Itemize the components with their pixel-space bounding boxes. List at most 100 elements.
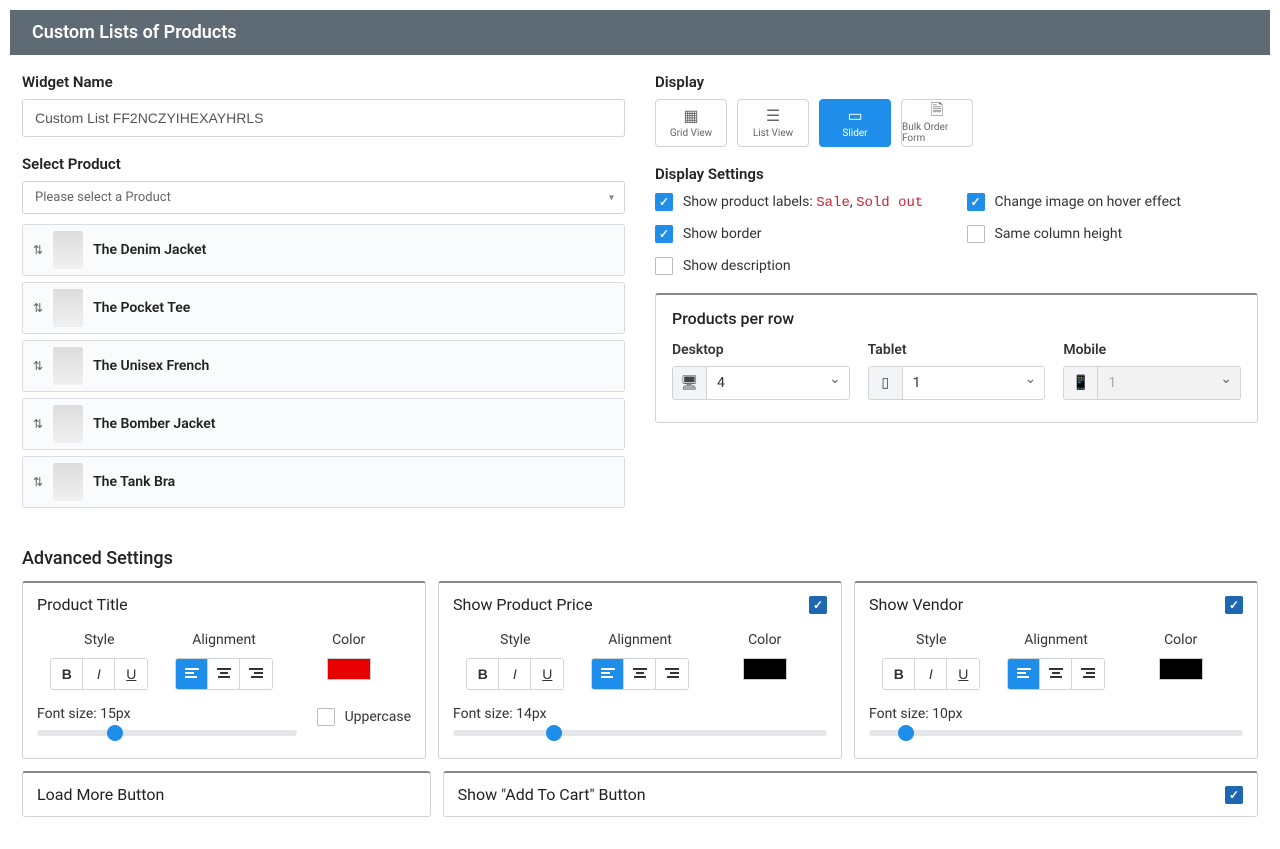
slider-thumb[interactable] bbox=[546, 725, 562, 741]
display-list-button[interactable]: ☰ List View bbox=[737, 99, 809, 147]
color-swatch[interactable] bbox=[1159, 658, 1203, 680]
font-size-slider[interactable] bbox=[37, 730, 297, 736]
alignment-label: Alignment bbox=[162, 632, 287, 648]
show-desc-text: Show description bbox=[683, 258, 791, 274]
change-hover-text: Change image on hover effect bbox=[995, 194, 1181, 210]
show-desc-checkbox[interactable] bbox=[655, 257, 673, 275]
display-slider-button[interactable]: ▭ Slider bbox=[819, 99, 891, 147]
align-right-button[interactable] bbox=[1072, 659, 1104, 689]
uppercase-label: Uppercase bbox=[345, 709, 411, 725]
product-name: The Tank Bra bbox=[93, 474, 175, 490]
bold-button[interactable]: B bbox=[467, 659, 499, 689]
mobile-label: Mobile bbox=[1063, 342, 1241, 358]
display-option-label: Slider bbox=[842, 128, 867, 139]
drag-handle-icon[interactable]: ⇅ bbox=[33, 476, 43, 488]
product-name: The Bomber Jacket bbox=[93, 416, 215, 432]
color-swatch[interactable] bbox=[327, 658, 371, 680]
alignment-label: Alignment bbox=[578, 632, 703, 648]
list-item[interactable]: ⇅ The Bomber Jacket bbox=[22, 398, 625, 450]
slider-thumb[interactable] bbox=[898, 725, 914, 741]
tablet-icon: ▯ bbox=[869, 367, 903, 399]
alignment-buttons bbox=[175, 658, 273, 690]
widget-name-label: Widget Name bbox=[22, 73, 625, 91]
vendor-toggle-checkbox[interactable]: ✓ bbox=[1225, 596, 1243, 614]
italic-button[interactable]: I bbox=[915, 659, 947, 689]
bold-button[interactable]: B bbox=[51, 659, 83, 689]
align-right-button[interactable] bbox=[240, 659, 272, 689]
drag-handle-icon[interactable]: ⇅ bbox=[33, 244, 43, 256]
same-height-checkbox[interactable] bbox=[967, 225, 985, 243]
product-thumb bbox=[53, 289, 83, 327]
addcart-toggle-checkbox[interactable]: ✓ bbox=[1225, 786, 1243, 804]
style-buttons: B I U bbox=[466, 658, 564, 690]
slider-thumb[interactable] bbox=[107, 725, 123, 741]
drag-handle-icon[interactable]: ⇅ bbox=[33, 418, 43, 430]
desktop-select[interactable]: 🖥 4 bbox=[672, 366, 850, 400]
show-labels-checkbox[interactable]: ✓ bbox=[655, 193, 673, 211]
align-center-button[interactable] bbox=[208, 659, 240, 689]
align-left-button[interactable] bbox=[1008, 659, 1040, 689]
product-select[interactable]: Please select a Product bbox=[22, 181, 625, 214]
tablet-label: Tablet bbox=[868, 342, 1046, 358]
price-toggle-checkbox[interactable]: ✓ bbox=[809, 596, 827, 614]
align-left-button[interactable] bbox=[592, 659, 624, 689]
product-price-card: Show Product Price ✓ Style B I U Alignme… bbox=[438, 581, 842, 759]
style-label: Style bbox=[453, 632, 578, 648]
desktop-icon: 🖥 bbox=[673, 367, 707, 399]
style-label: Style bbox=[37, 632, 162, 648]
list-item[interactable]: ⇅ The Unisex French bbox=[22, 340, 625, 392]
product-list: ⇅ The Denim Jacket ⇅ The Pocket Tee ⇅ Th… bbox=[22, 224, 625, 508]
card-title: Product Title bbox=[37, 595, 128, 614]
tablet-select[interactable]: ▯ 1 bbox=[868, 366, 1046, 400]
align-right-button[interactable] bbox=[656, 659, 688, 689]
change-hover-checkbox[interactable]: ✓ bbox=[967, 193, 985, 211]
mobile-select[interactable]: 📱 1 bbox=[1063, 366, 1241, 400]
display-option-label: List View bbox=[753, 128, 793, 139]
drag-handle-icon[interactable]: ⇅ bbox=[33, 360, 43, 372]
add-to-cart-card: Show "Add To Cart" Button ✓ bbox=[443, 771, 1258, 817]
font-size-slider[interactable] bbox=[869, 730, 1243, 736]
list-item[interactable]: ⇅ The Tank Bra bbox=[22, 456, 625, 508]
uppercase-checkbox[interactable] bbox=[317, 708, 335, 726]
product-thumb bbox=[53, 231, 83, 269]
right-column: Display ▦ Grid View ☰ List View ▭ Slider… bbox=[655, 73, 1258, 526]
mobile-value: 1 bbox=[1098, 367, 1240, 399]
style-buttons: B I U bbox=[50, 658, 148, 690]
drag-handle-icon[interactable]: ⇅ bbox=[33, 302, 43, 314]
display-settings-label: Display Settings bbox=[655, 165, 1258, 183]
display-grid-button[interactable]: ▦ Grid View bbox=[655, 99, 727, 147]
product-name: The Pocket Tee bbox=[93, 300, 190, 316]
italic-button[interactable]: I bbox=[499, 659, 531, 689]
show-border-checkbox[interactable]: ✓ bbox=[655, 225, 673, 243]
select-product-label: Select Product bbox=[22, 155, 625, 173]
underline-button[interactable]: U bbox=[115, 659, 147, 689]
font-size-slider[interactable] bbox=[453, 730, 827, 736]
display-label: Display bbox=[655, 73, 1258, 91]
same-height-text: Same column height bbox=[995, 226, 1123, 242]
product-name: The Denim Jacket bbox=[93, 242, 206, 258]
color-swatch[interactable] bbox=[743, 658, 787, 680]
align-left-button[interactable] bbox=[176, 659, 208, 689]
product-select-placeholder: Please select a Product bbox=[35, 190, 171, 205]
display-bulk-button[interactable]: 🗎 Bulk Order Form bbox=[901, 99, 973, 147]
underline-button[interactable]: U bbox=[531, 659, 563, 689]
alignment-buttons bbox=[591, 658, 689, 690]
slider-icon: ▭ bbox=[847, 108, 862, 124]
list-item[interactable]: ⇅ The Denim Jacket bbox=[22, 224, 625, 276]
form-icon: 🗎 bbox=[931, 102, 944, 118]
bold-button[interactable]: B bbox=[883, 659, 915, 689]
align-center-button[interactable] bbox=[624, 659, 656, 689]
color-label: Color bbox=[1118, 632, 1243, 648]
show-border-text: Show border bbox=[683, 226, 762, 242]
display-option-label: Grid View bbox=[670, 128, 712, 139]
widget-name-input[interactable] bbox=[22, 99, 625, 137]
product-thumb bbox=[53, 463, 83, 501]
card-title: Show "Add To Cart" Button bbox=[458, 785, 646, 804]
left-column: Widget Name Select Product Please select… bbox=[22, 73, 625, 526]
align-center-button[interactable] bbox=[1040, 659, 1072, 689]
desktop-value: 4 bbox=[707, 367, 849, 399]
list-item[interactable]: ⇅ The Pocket Tee bbox=[22, 282, 625, 334]
load-more-card: Load More Button bbox=[22, 771, 431, 817]
underline-button[interactable]: U bbox=[947, 659, 979, 689]
italic-button[interactable]: I bbox=[83, 659, 115, 689]
